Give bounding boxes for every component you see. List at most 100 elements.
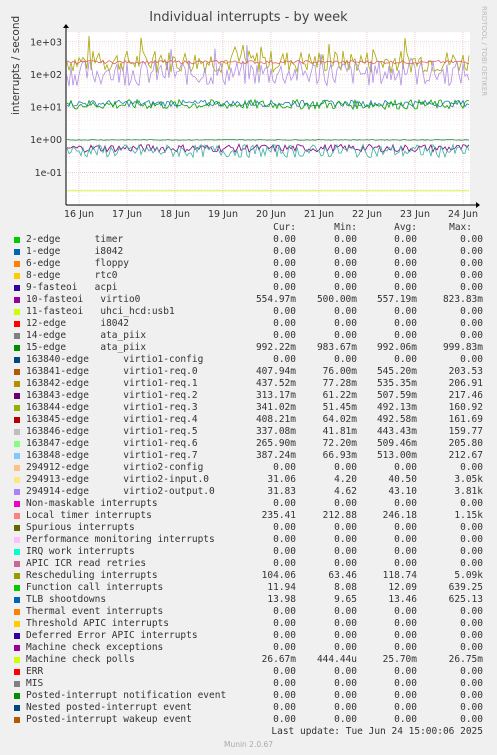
legend-swatch: [14, 693, 20, 699]
x-tick-label: 19 Jun: [208, 209, 238, 220]
legend-label: 1-edge i8042: [26, 246, 124, 257]
legend-swatch: [14, 621, 20, 627]
legend-cur-value: 0.00: [273, 690, 296, 701]
legend-cur-value: 313.17m: [255, 390, 296, 401]
legend-row: Threshold APIC interrupts 0.00 0.00 0.00 0.0…: [0, 618, 497, 630]
legend-avg-value: 13.46: [388, 594, 417, 605]
legend-swatch: [14, 393, 20, 399]
legend-avg-value: 0.00: [394, 234, 417, 245]
legend-max-value: 0.00: [460, 522, 483, 533]
legend-max-value: 0.00: [460, 714, 483, 725]
legend-row: 163845-edge virtio1-req.4 408.21m 64.02m 49…: [0, 414, 497, 426]
legend-label: Thermal event interrupts: [26, 606, 164, 617]
legend-row: Spurious interrupts 0.00 0.00 0.00 0.00: [0, 522, 497, 534]
legend-cur-value: 0.00: [273, 666, 296, 677]
legend-swatch: [14, 645, 20, 651]
legend-swatch: [14, 369, 20, 375]
y-tick-label: 1e+02: [30, 70, 62, 81]
legend-cur-value: 408.21m: [255, 414, 296, 425]
legend-max-value: 26.75m: [448, 654, 483, 665]
legend-swatch: [14, 441, 20, 447]
legend-row: Posted-interrupt notification event 0.00 0…: [0, 690, 497, 702]
legend-label: 10-fasteoi virtio0: [26, 294, 141, 305]
legend-cur-value: 11.94: [267, 582, 296, 593]
legend-row: 163847-edge virtio1-req.6 265.90m 72.20m 50…: [0, 438, 497, 450]
legend-row: 163842-edge virtio1-req.1 437.52m 77.28m 53…: [0, 378, 497, 390]
legend-max-value: 203.53: [448, 366, 483, 377]
legend-row: 163846-edge virtio1-req.5 337.08m 41.81m 44…: [0, 426, 497, 438]
legend-max-value: 217.46: [448, 390, 483, 401]
legend-label: 163846-edge virtio1-req.5: [26, 426, 198, 437]
legend-max-value: 0.00: [460, 498, 483, 509]
legend-swatch: [14, 249, 20, 255]
legend-row: ERR 0.00 0.00 0.00 0.00: [0, 666, 497, 678]
legend-cur-value: 0.00: [273, 246, 296, 257]
legend-avg-value: 0.00: [394, 630, 417, 641]
legend-max-value: 0.00: [460, 282, 483, 293]
legend-label: Machine check exceptions: [26, 642, 164, 653]
legend-cur-value: 265.90m: [255, 438, 296, 449]
legend-cur-value: 0.00: [273, 498, 296, 509]
legend-cur-value: 0.00: [273, 606, 296, 617]
legend-swatch: [14, 585, 20, 591]
legend-cur-value: 0.00: [273, 630, 296, 641]
x-tick-label: 21 Jun: [304, 209, 334, 220]
legend-row: Thermal event interrupts 0.00 0.00 0.00 0.00: [0, 606, 497, 618]
legend-max-value: 0.00: [460, 546, 483, 557]
legend-row: 294912-edge virtio2-config 0.00 0.00 0.00 0.…: [0, 462, 497, 474]
legend-label: Function call interrupts: [26, 582, 164, 593]
legend-row: 8-edge rtc0 0.00 0.00 0.00 0.00: [0, 270, 497, 282]
legend-swatch: [14, 501, 20, 507]
legend-label: 12-edge i8042: [26, 318, 129, 329]
legend-label: 8-edge rtc0: [26, 270, 118, 281]
legend-avg-value: 509.46m: [376, 438, 417, 449]
legend-label: Rescheduling interrupts: [26, 570, 158, 581]
legend-avg-value: 0.00: [394, 282, 417, 293]
legend-label: 2-edge timer: [26, 234, 124, 245]
x-axis-arrow: [476, 202, 480, 208]
legend-row: 163844-edge virtio1-req.3 341.02m 51.45m 49…: [0, 402, 497, 414]
legend-max-value: 205.80: [448, 438, 483, 449]
legend-swatch: [14, 261, 20, 267]
legend-label: 294912-edge virtio2-config: [26, 462, 204, 473]
plot-area: [66, 32, 470, 205]
legend-max-value: 0.00: [460, 642, 483, 653]
legend-avg-value: 25.70m: [382, 654, 417, 665]
legend-row: Rescheduling interrupts 104.06 63.46 118.74…: [0, 570, 497, 582]
legend-row: IRQ work interrupts 0.00 0.00 0.00 0.00: [0, 546, 497, 558]
legend-max-value: 206.91: [448, 378, 483, 389]
legend-cur-value: 235.41: [261, 510, 296, 521]
legend-row: 15-edge ata_piix 992.22m 983.67m 992.06m 999…: [0, 342, 497, 354]
legend-avg-value: 0.00: [394, 270, 417, 281]
legend-swatch: [14, 537, 20, 543]
legend-swatch: [14, 333, 20, 339]
legend-swatch: [14, 357, 20, 363]
legend-avg-value: 557.19m: [376, 294, 417, 305]
legend-row: Machine check exceptions 0.00 0.00 0.00 0.00: [0, 642, 497, 654]
legend-row: Posted-interrupt wakeup event 0.00 0.00 0.0…: [0, 714, 497, 726]
legend-max-value: 639.25: [448, 582, 483, 593]
legend-avg-value: 40.50: [388, 474, 417, 485]
legend-swatch: [14, 381, 20, 387]
legend-swatch: [14, 237, 20, 243]
legend-label: APIC ICR read retries: [26, 558, 147, 569]
legend-cur-value: 0.00: [273, 546, 296, 557]
legend-avg-value: 535.35m: [376, 378, 417, 389]
legend-swatch: [14, 429, 20, 435]
legend-avg-value: 513.00m: [376, 450, 417, 461]
y-tick-label: 1e+00: [30, 135, 62, 146]
legend-row: 163841-edge virtio1-req.0 407.94m 76.00m 54…: [0, 366, 497, 378]
x-tick-label: 24 Jun: [448, 209, 478, 220]
legend-avg-value: 246.18: [382, 510, 417, 521]
legend-avg-value: 443.43m: [376, 426, 417, 437]
legend-cur-value: 104.06: [261, 570, 296, 581]
x-tick-label: 20 Jun: [256, 209, 286, 220]
x-tick-label: 18 Jun: [160, 209, 190, 220]
legend-row: Performance monitoring interrupts 0.00 0.0…: [0, 534, 497, 546]
legend-row: 2-edge timer 0.00 0.00 0.00 0.00: [0, 234, 497, 246]
col-header-avg: Avg:: [394, 222, 417, 233]
legend-row: TLB shootdowns 13.98 9.65 13.46 625.13: [0, 594, 497, 606]
legend-row: 11-fasteoi uhci_hcd:usb1 0.00 0.00 0.00 0.00: [0, 306, 497, 318]
legend-avg-value: 507.59m: [376, 390, 417, 401]
legend-max-value: 1.15k: [454, 510, 483, 521]
